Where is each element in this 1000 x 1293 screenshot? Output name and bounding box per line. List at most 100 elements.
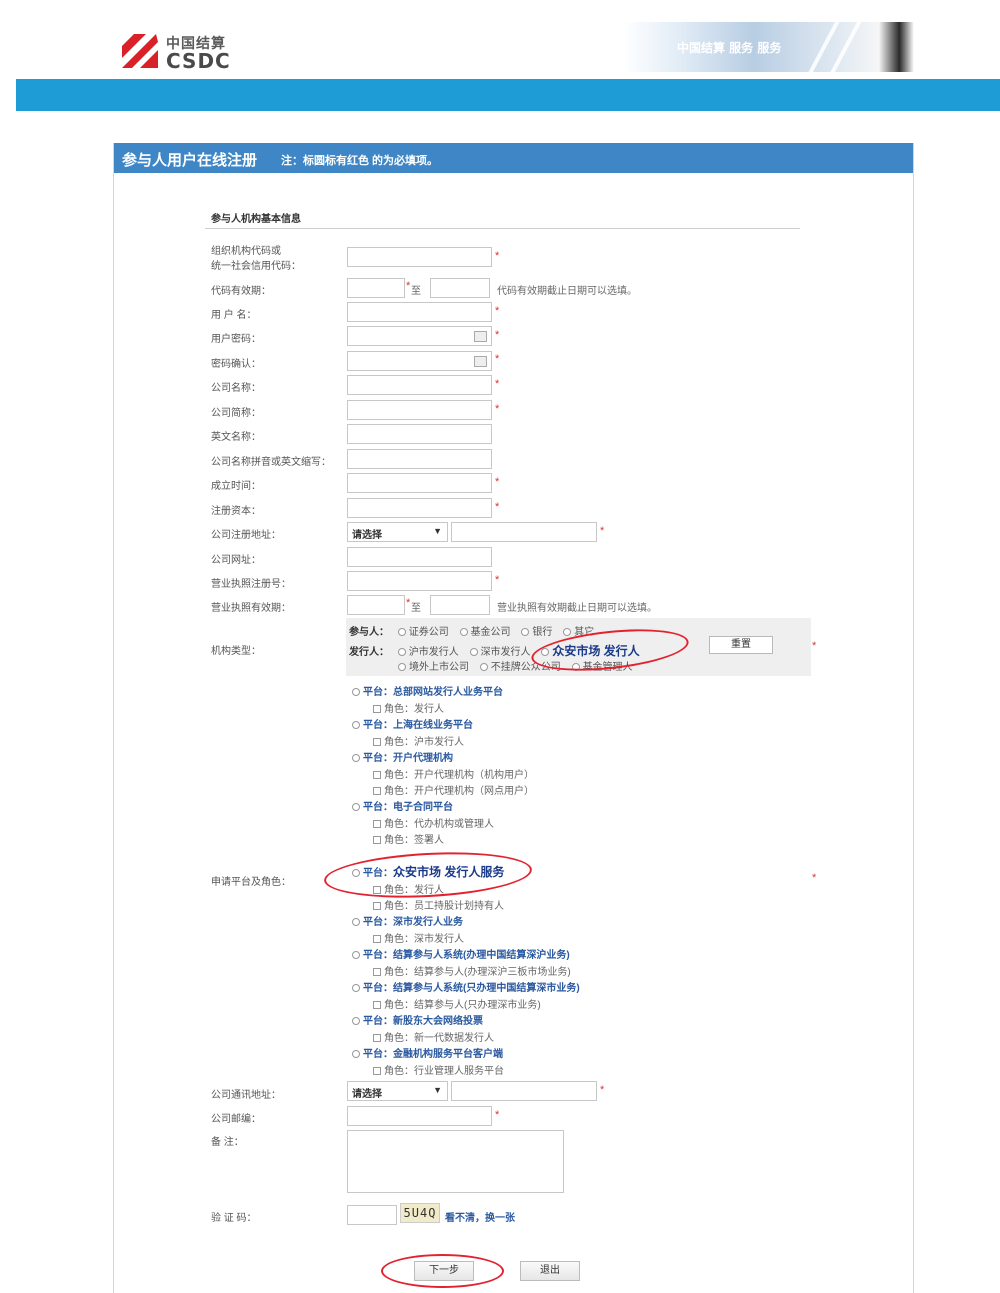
password-confirm-label: 密码确认： <box>211 359 261 370</box>
established-input[interactable] <box>347 473 492 493</box>
role-2-0[interactable]: 角色：开户代理机构（机构用户） <box>373 766 534 781</box>
dropdown-arrow-icon: ▼ <box>433 1085 442 1095</box>
remark-textarea[interactable] <box>347 1130 564 1193</box>
platform-0[interactable]: 平台：总部网站发行人业务平台 <box>352 683 503 698</box>
platform-4[interactable]: 平台：众安市场 发行人服务 <box>352 863 504 880</box>
website-input[interactable] <box>347 547 492 567</box>
role-6-0[interactable]: 角色：结算参与人(办理深沪三板市场业务) <box>373 963 571 978</box>
csdc-logo: 中国结算 CSDC <box>122 32 242 73</box>
registration-panel: 参与人用户在线注册 注：标圆标有红色 的为必填项。 参与人机构基本信息 组织机构… <box>113 143 914 1293</box>
radio-securities[interactable]: 证券公司 <box>397 627 449 638</box>
to-text: 至 <box>411 286 421 297</box>
license-validity-start-input[interactable] <box>347 595 405 615</box>
postcode-input[interactable] <box>347 1106 492 1126</box>
license-no-input[interactable] <box>347 571 492 591</box>
platform-role-label: 申请平台及角色： <box>211 877 291 888</box>
radio-sh-issuer[interactable]: 沪市发行人 <box>397 647 459 658</box>
captcha-image[interactable]: 5U4Q <box>400 1203 440 1223</box>
required-mark: * <box>495 501 500 513</box>
license-validity-end-input[interactable] <box>430 595 490 615</box>
platform-9[interactable]: 平台：金融机构服务平台客户端 <box>352 1045 503 1060</box>
top-nav-bar <box>16 79 1000 111</box>
role-5-0[interactable]: 角色：深市发行人 <box>373 930 464 945</box>
role-4-0[interactable]: 角色：发行人 <box>373 881 444 896</box>
radio-other[interactable]: 其它 <box>563 627 594 638</box>
section-divider <box>205 228 800 229</box>
license-validity-label: 营业执照有效期： <box>211 603 291 614</box>
company-name-label: 公司名称： <box>211 383 261 394</box>
role-1-0[interactable]: 角色：沪市发行人 <box>373 733 464 748</box>
registered-address-detail-input[interactable] <box>451 522 597 542</box>
select-value: 请选择 <box>352 530 382 541</box>
issuer-label: 发行人： <box>349 647 389 658</box>
role-2-1[interactable]: 角色：开户代理机构（网点用户） <box>373 782 534 797</box>
dropdown-arrow-icon: ▼ <box>433 526 442 536</box>
required-mark: * <box>495 353 500 365</box>
org-code-input[interactable] <box>347 247 492 267</box>
radio-sz-issuer[interactable]: 深市发行人 <box>469 647 531 658</box>
platform-1[interactable]: 平台：上海在线业务平台 <box>352 716 473 731</box>
company-short-label: 公司简称： <box>211 408 261 419</box>
required-mark: * <box>495 403 500 415</box>
keyboard-icon[interactable] <box>474 331 487 342</box>
next-button[interactable]: 下一步 <box>414 1261 474 1281</box>
section-title: 参与人机构基本信息 <box>211 214 301 225</box>
platform-3[interactable]: 平台：电子合同平台 <box>352 798 453 813</box>
username-input[interactable] <box>347 302 492 322</box>
radio-bank[interactable]: 银行 <box>521 627 552 638</box>
reset-type-button[interactable]: 重置 <box>709 636 773 654</box>
captcha-refresh-link[interactable]: 看不清，换一张 <box>445 1209 515 1224</box>
contact-address-select[interactable]: 请选择 ▼ <box>347 1081 448 1101</box>
company-name-input[interactable] <box>347 375 492 395</box>
platform-5[interactable]: 平台：深市发行人业务 <box>352 913 463 928</box>
code-validity-end-input[interactable] <box>430 278 490 298</box>
remark-label: 备 注： <box>211 1137 244 1148</box>
issuer-row-2: 境外上市公司 不挂牌公众公司 基金管理人 <box>398 658 641 673</box>
radio-unlisted-public[interactable]: 不挂牌公众公司 <box>479 662 561 673</box>
required-mark: * <box>406 597 411 609</box>
radio-fund[interactable]: 基金公司 <box>459 627 511 638</box>
required-mark: * <box>812 872 817 884</box>
required-mark: * <box>812 640 817 652</box>
password-confirm-input[interactable] <box>347 351 492 371</box>
registered-address-label: 公司注册地址： <box>211 530 281 541</box>
exit-button[interactable]: 退出 <box>520 1261 580 1281</box>
required-mark: * <box>495 329 500 341</box>
radio-overseas[interactable]: 境外上市公司 <box>398 662 469 673</box>
registered-address-select[interactable]: 请选择 ▼ <box>347 522 448 542</box>
radio-neeq-issuer[interactable]: 众安市场 发行人 <box>541 644 640 658</box>
code-validity-hint: 代码有效期截止日期可以选填。 <box>497 286 637 297</box>
required-mark: * <box>600 1084 605 1096</box>
company-abbr-input[interactable] <box>347 449 492 469</box>
radio-fund-manager[interactable]: 基金管理人 <box>571 662 633 673</box>
banner-text: 中国结算 服务 服务 <box>677 41 782 55</box>
registered-capital-input[interactable] <box>347 498 492 518</box>
role-9-0[interactable]: 角色：行业管理人服务平台 <box>373 1062 504 1077</box>
role-0-0[interactable]: 角色：发行人 <box>373 700 444 715</box>
required-mark: * <box>495 476 500 488</box>
captcha-input[interactable] <box>347 1205 397 1225</box>
role-3-0[interactable]: 角色：代办机构或管理人 <box>373 815 494 830</box>
platform-6[interactable]: 平台：结算参与人系统(办理中国结算深沪业务) <box>352 946 570 961</box>
password-input[interactable] <box>347 326 492 346</box>
required-mark: * <box>495 1109 500 1121</box>
participant-row: 参与人： 证券公司 基金公司 银行 其它 <box>349 623 602 638</box>
role-7-0[interactable]: 角色：结算参与人(只办理深市业务) <box>373 996 541 1011</box>
platform-8[interactable]: 平台：新股东大会网络投票 <box>352 1012 483 1027</box>
contact-address-detail-input[interactable] <box>451 1081 597 1101</box>
registered-capital-label: 注册资本： <box>211 506 261 517</box>
keyboard-icon[interactable] <box>474 356 487 367</box>
csdc-logo-mark-icon <box>122 34 158 68</box>
role-4-1[interactable]: 角色：员工持股计划持有人 <box>373 897 504 912</box>
org-code-label: 组织机构代码或 <box>211 246 281 257</box>
english-name-input[interactable] <box>347 424 492 444</box>
company-short-input[interactable] <box>347 400 492 420</box>
code-validity-start-input[interactable] <box>347 278 405 298</box>
role-3-1[interactable]: 角色：签署人 <box>373 831 444 846</box>
platform-7[interactable]: 平台：结算参与人系统(只办理中国结算深市业务) <box>352 979 580 994</box>
role-8-0[interactable]: 角色：新一代数据发行人 <box>373 1029 494 1044</box>
required-mark: * <box>495 574 500 586</box>
platform-2[interactable]: 平台：开户代理机构 <box>352 749 453 764</box>
required-mark: * <box>600 525 605 537</box>
license-validity-hint: 营业执照有效期截止日期可以选填。 <box>497 603 657 614</box>
